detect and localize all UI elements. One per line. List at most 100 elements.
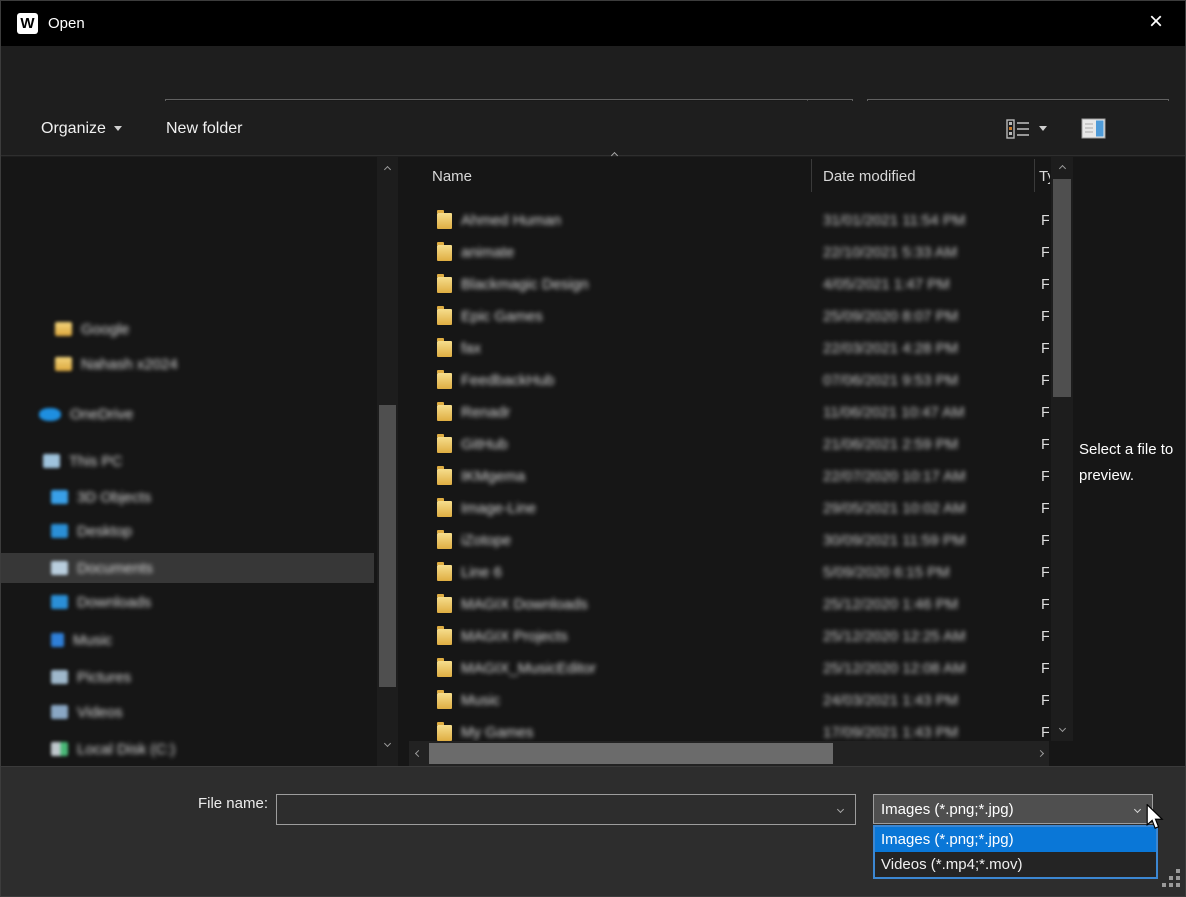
folder-icon <box>55 322 72 336</box>
file-row[interactable]: animate22/10/2021 5:33 AMFile folder <box>409 237 1049 269</box>
organize-button[interactable]: Organize <box>41 101 122 156</box>
file-type-option[interactable]: Videos (*.mp4;*.mov) <box>875 852 1156 877</box>
file-row-type: File folder <box>1041 340 1049 357</box>
scroll-up-icon[interactable] <box>377 160 398 178</box>
column-header-date-modified[interactable]: Date modified <box>823 162 916 192</box>
file-row[interactable]: Blackmagic Design4/05/2021 1:47 PMFile f… <box>409 269 1049 301</box>
file-row-name: Music <box>461 692 500 709</box>
scroll-down-icon[interactable] <box>377 734 398 752</box>
file-row[interactable]: MAGIX_MusicEditor25/12/2020 12:08 AMFile… <box>409 653 1049 685</box>
folder-icon <box>437 533 452 549</box>
resize-grip[interactable] <box>1176 869 1180 873</box>
file-row[interactable]: Renadr11/06/2021 10:47 AMFile folder <box>409 397 1049 429</box>
file-row[interactable]: Image-Line29/05/2021 10:02 AMFile folder <box>409 493 1049 525</box>
file-row-name: FeedbackHub <box>461 372 554 389</box>
sidebar-item[interactable]: Desktop <box>1 516 374 546</box>
sidebar-item[interactable]: This PC <box>1 446 374 476</box>
close-button[interactable]: × <box>1137 7 1175 39</box>
file-row[interactable]: fax22/03/2021 4:28 PMFile folder <box>409 333 1049 365</box>
file-name-label: File name: <box>188 795 268 812</box>
file-row-name: Ahmed Human <box>461 212 561 229</box>
folder-icon <box>437 661 452 677</box>
file-row[interactable]: iZotope30/09/2021 11:59 PMFile folder <box>409 525 1049 557</box>
sidebar-item[interactable]: Nahash x2024 <box>1 349 374 379</box>
preview-pane-button[interactable] <box>1081 101 1106 156</box>
folder-icon <box>437 597 452 613</box>
file-row-date-modified: 4/05/2021 1:47 PM <box>823 276 950 293</box>
scroll-up-icon[interactable] <box>1051 159 1073 177</box>
sidebar-scrollbar[interactable] <box>377 157 398 766</box>
file-row[interactable]: GitHub21/06/2021 2:59 PMFile folder <box>409 429 1049 461</box>
file-type-select[interactable]: Images (*.png;*.jpg) <box>873 794 1153 824</box>
word-app-icon: W <box>17 13 38 34</box>
file-row-date-modified: 22/10/2021 5:33 AM <box>823 244 957 261</box>
details-view-icon <box>1005 117 1031 141</box>
file-row-date-modified: 11/06/2021 10:47 AM <box>823 404 965 421</box>
file-row[interactable]: MAGIX Projects25/12/2020 12:25 AMFile fo… <box>409 621 1049 653</box>
cloud-icon <box>39 408 61 421</box>
sidebar-item[interactable]: OneDrive <box>1 399 374 429</box>
sidebar-item-label: This PC <box>69 453 122 470</box>
file-row-date-modified: 25/12/2020 1:46 PM <box>823 596 958 613</box>
file-list-scrollbar[interactable] <box>1051 157 1073 741</box>
file-row[interactable]: Epic Games25/09/2020 8:07 PMFile folder <box>409 301 1049 333</box>
file-row-type: File folder <box>1041 436 1049 453</box>
sidebar-item-label: Nahash x2024 <box>81 356 178 373</box>
file-name-dropdown-icon[interactable] <box>825 807 855 812</box>
column-divider[interactable] <box>811 159 812 192</box>
file-type-selected-value: Images (*.png;*.jpg) <box>874 801 1135 818</box>
objects3d-icon <box>51 490 68 504</box>
change-view-button[interactable] <box>1005 101 1047 156</box>
sidebar-item[interactable]: Music <box>1 625 374 655</box>
file-row[interactable]: FeedbackHub07/06/2021 9:53 PMFile folder <box>409 365 1049 397</box>
column-header-name[interactable]: Name <box>432 162 472 192</box>
scroll-down-icon[interactable] <box>1051 719 1073 737</box>
sidebar-item-label: Documents <box>77 560 153 577</box>
horizontal-scrollbar-thumb[interactable] <box>429 743 833 764</box>
downloads-icon <box>51 595 68 609</box>
scroll-left-icon[interactable] <box>409 741 427 766</box>
file-row[interactable]: My Games17/09/2021 1:43 PMFile folder <box>409 717 1049 741</box>
sidebar-item-label: Music <box>73 632 112 649</box>
file-row[interactable]: MAGIX Downloads25/12/2020 1:46 PMFile fo… <box>409 589 1049 621</box>
file-row-type: File folder <box>1041 372 1049 389</box>
sidebar-item[interactable]: 3D Objects <box>1 482 374 512</box>
sidebar-item[interactable]: Local Disk (C:) <box>1 734 374 764</box>
file-row-name: Renadr <box>461 404 510 421</box>
file-list-scrollbar-thumb[interactable] <box>1053 179 1071 397</box>
file-row-date-modified: 25/12/2020 12:08 AM <box>823 660 966 677</box>
file-row-name: IKMgema <box>461 468 525 485</box>
sidebar-item[interactable]: Pictures <box>1 662 374 692</box>
folder-icon <box>437 501 452 517</box>
chevron-down-icon <box>1134 805 1141 812</box>
column-header-type[interactable]: Type <box>1039 162 1050 192</box>
file-name-combobox[interactable] <box>276 794 856 825</box>
file-row-date-modified: 24/03/2021 1:43 PM <box>823 692 958 709</box>
file-name-input[interactable] <box>277 795 825 824</box>
sidebar-item-label: Downloads <box>77 594 151 611</box>
file-row-date-modified: 31/01/2021 11:54 PM <box>823 212 965 229</box>
new-folder-label: New folder <box>166 120 242 138</box>
footer-bar: File name: Images (*.png;*.jpg) Images (… <box>1 766 1185 897</box>
file-row-name: animate <box>461 244 514 261</box>
sidebar-item[interactable]: Google <box>1 314 374 344</box>
file-row[interactable]: Music24/03/2021 1:43 PMFile folder <box>409 685 1049 717</box>
sidebar-item[interactable]: Downloads <box>1 587 374 617</box>
file-type-option[interactable]: Images (*.png;*.jpg) <box>875 827 1156 852</box>
file-row[interactable]: Ahmed Human31/01/2021 11:54 PMFile folde… <box>409 205 1049 237</box>
command-toolbar: Organize New folder <box>1 101 1185 156</box>
sidebar-scrollbar-thumb[interactable] <box>379 405 396 687</box>
mouse-cursor <box>1144 804 1166 830</box>
folder-icon <box>437 309 452 325</box>
column-divider[interactable] <box>1034 159 1035 192</box>
sidebar-item[interactable]: Videos <box>1 697 374 727</box>
file-row-type: File folder <box>1041 308 1049 325</box>
sidebar-item-label: Desktop <box>77 523 132 540</box>
file-row[interactable]: Line 65/09/2020 6:15 PMFile folder <box>409 557 1049 589</box>
file-row[interactable]: IKMgema22/07/2020 10:17 AMFile folder <box>409 461 1049 493</box>
horizontal-scrollbar[interactable] <box>409 741 1049 766</box>
sidebar-item[interactable]: Documents <box>1 553 374 583</box>
folder-icon <box>437 437 452 453</box>
scroll-right-icon[interactable] <box>1031 741 1049 766</box>
new-folder-button[interactable]: New folder <box>166 101 242 156</box>
